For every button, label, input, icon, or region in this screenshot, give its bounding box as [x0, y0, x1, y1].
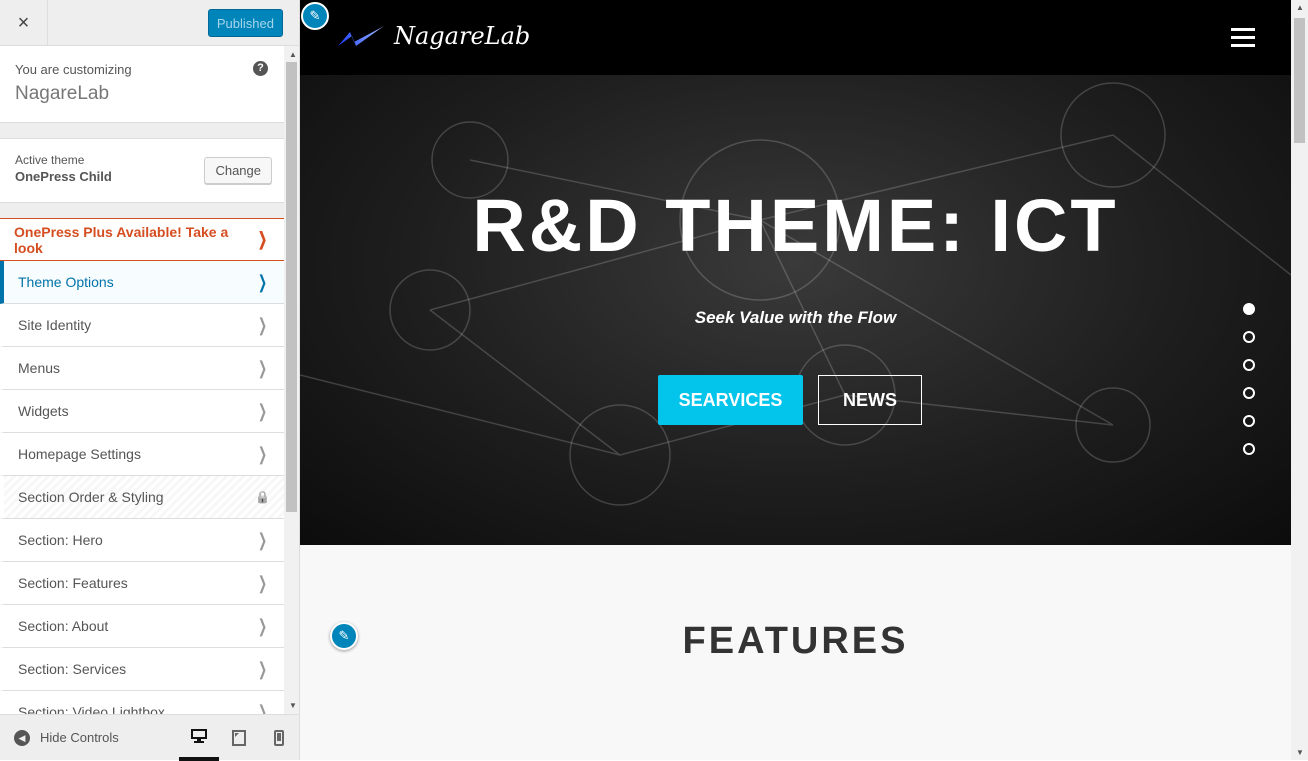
sidebar-item-label: Menus: [18, 360, 61, 376]
chevron-right-icon: ❯: [257, 572, 267, 593]
sidebar-item-label: Section: Video Lightbox: [18, 704, 165, 714]
sidebar-item-section-services[interactable]: Section: Services ❯: [0, 648, 284, 691]
sidebar-item-theme-options[interactable]: Theme Options ❯: [0, 261, 284, 304]
sidebar-item-label: Homepage Settings: [18, 446, 141, 462]
sidebar-item-label: Section Order & Styling: [18, 489, 164, 505]
chevron-right-icon: ❯: [257, 658, 267, 679]
scroll-up-icon[interactable]: ▲: [1296, 3, 1304, 12]
slider-dot[interactable]: [1243, 415, 1255, 427]
hero-section: R&D THEME: ICT Seek Value with the Flow …: [300, 75, 1291, 545]
customizer-sidebar: × Published You are customizing NagareLa…: [0, 0, 300, 761]
sidebar-scrollbar[interactable]: ▲ ▼: [284, 46, 299, 714]
publish-button[interactable]: Published: [207, 9, 283, 37]
sidebar-item-label: Section: Services: [18, 661, 127, 677]
slider-dot[interactable]: [1243, 359, 1255, 371]
tablet-icon: [232, 729, 246, 746]
customizing-label: You are customizing: [15, 62, 132, 77]
promo-label: OnePress Plus Available! Take a look: [14, 223, 229, 256]
site-preview: NagareLab R&D THEME: ICT Seek Value with…: [300, 0, 1291, 760]
hero-subtitle: Seek Value with the Flow: [694, 308, 897, 327]
customizer-panel: You are customizing NagareLab ? Active t…: [0, 46, 284, 714]
sidebar-item-menus[interactable]: Menus ❯: [0, 347, 284, 390]
collapse-icon: ◀: [14, 729, 30, 746]
edit-features-pencil-icon[interactable]: ✎: [330, 622, 358, 650]
chevron-right-icon: ❯: [257, 357, 267, 378]
hide-controls-button[interactable]: ◀ Hide Controls: [0, 729, 179, 746]
chevron-right-icon: ❯: [257, 443, 267, 464]
active-theme: Active theme OnePress Child Change: [0, 138, 284, 203]
scrollbar-thumb[interactable]: [286, 62, 297, 512]
sidebar-item-label: Section: Hero: [18, 532, 103, 548]
sidebar-item-label: Widgets: [18, 403, 69, 419]
sidebar-item-homepage-settings[interactable]: Homepage Settings ❯: [0, 433, 284, 476]
tablet-preview-button[interactable]: [219, 715, 259, 761]
close-button[interactable]: ×: [0, 0, 48, 46]
site-header: NagareLab: [300, 0, 1291, 75]
sidebar-item-section-about[interactable]: Section: About ❯: [0, 605, 284, 648]
scroll-down-icon[interactable]: ▼: [289, 701, 297, 710]
sidebar-item-label: Section: About: [18, 618, 109, 634]
help-icon[interactable]: ?: [253, 61, 268, 76]
sidebar-item-site-identity[interactable]: Site Identity ❯: [0, 304, 284, 347]
customizing-info: You are customizing NagareLab ?: [0, 46, 284, 123]
sidebar-item-section-video-lightbox[interactable]: Section: Video Lightbox ❯: [0, 691, 284, 714]
mobile-preview-button[interactable]: [259, 715, 299, 761]
sidebar-item-label: Section: Features: [18, 575, 128, 591]
logo-text: NagareLab: [394, 22, 531, 50]
news-button[interactable]: NEWS: [818, 375, 922, 425]
site-logo[interactable]: NagareLab: [336, 22, 530, 50]
slider-dot[interactable]: [1243, 443, 1255, 455]
scroll-down-icon[interactable]: ▼: [1296, 748, 1304, 757]
logo-wave-icon: [338, 26, 384, 46]
hero-title: R&D THEME: ICT: [472, 184, 1119, 267]
preview-scrollbar[interactable]: ▲ ▼: [1291, 0, 1308, 760]
chevron-right-icon: ❯: [257, 271, 267, 292]
slider-dot[interactable]: [1243, 303, 1255, 315]
desktop-icon: [191, 728, 207, 743]
chevron-right-icon: ❯: [257, 529, 267, 550]
lock-icon: 🔒: [255, 490, 270, 504]
features-title: FEATURES: [682, 620, 909, 662]
chevron-right-icon: ❯: [257, 314, 267, 335]
sidebar-item-section-order-styling[interactable]: Section Order & Styling 🔒: [0, 476, 284, 519]
site-name: NagareLab: [15, 83, 110, 104]
edit-header-pencil-icon[interactable]: ✎: [301, 2, 329, 30]
sidebar-item-section-hero[interactable]: Section: Hero ❯: [0, 519, 284, 562]
hide-controls-label: Hide Controls: [40, 730, 119, 745]
chevron-right-icon: ❯: [257, 229, 267, 249]
slider-dots: [1243, 303, 1255, 471]
slider-dot[interactable]: [1243, 387, 1255, 399]
sidebar-item-section-features[interactable]: Section: Features ❯: [0, 562, 284, 605]
sidebar-item-label: Theme Options: [18, 274, 114, 290]
chevron-right-icon: ❯: [257, 615, 267, 636]
customizer-header: × Published: [0, 0, 299, 46]
menu-hamburger-icon[interactable]: [1231, 28, 1255, 52]
slider-dot[interactable]: [1243, 331, 1255, 343]
sidebar-item-label: Site Identity: [18, 317, 92, 333]
desktop-preview-button[interactable]: [179, 715, 219, 761]
sidebar-item-widgets[interactable]: Widgets ❯: [0, 390, 284, 433]
onepress-plus-link[interactable]: OnePress Plus Available! Take a look ❯: [0, 218, 284, 261]
services-button[interactable]: SEARVICES: [658, 375, 803, 425]
mobile-icon: [274, 729, 284, 746]
scroll-up-icon[interactable]: ▲: [289, 50, 297, 59]
preview-scrollbar-thumb[interactable]: [1294, 18, 1305, 143]
chevron-right-icon: ❯: [257, 701, 267, 715]
change-theme-button[interactable]: Change: [204, 157, 272, 184]
customizer-footer: ◀ Hide Controls: [0, 714, 299, 761]
chevron-right-icon: ❯: [257, 400, 267, 421]
